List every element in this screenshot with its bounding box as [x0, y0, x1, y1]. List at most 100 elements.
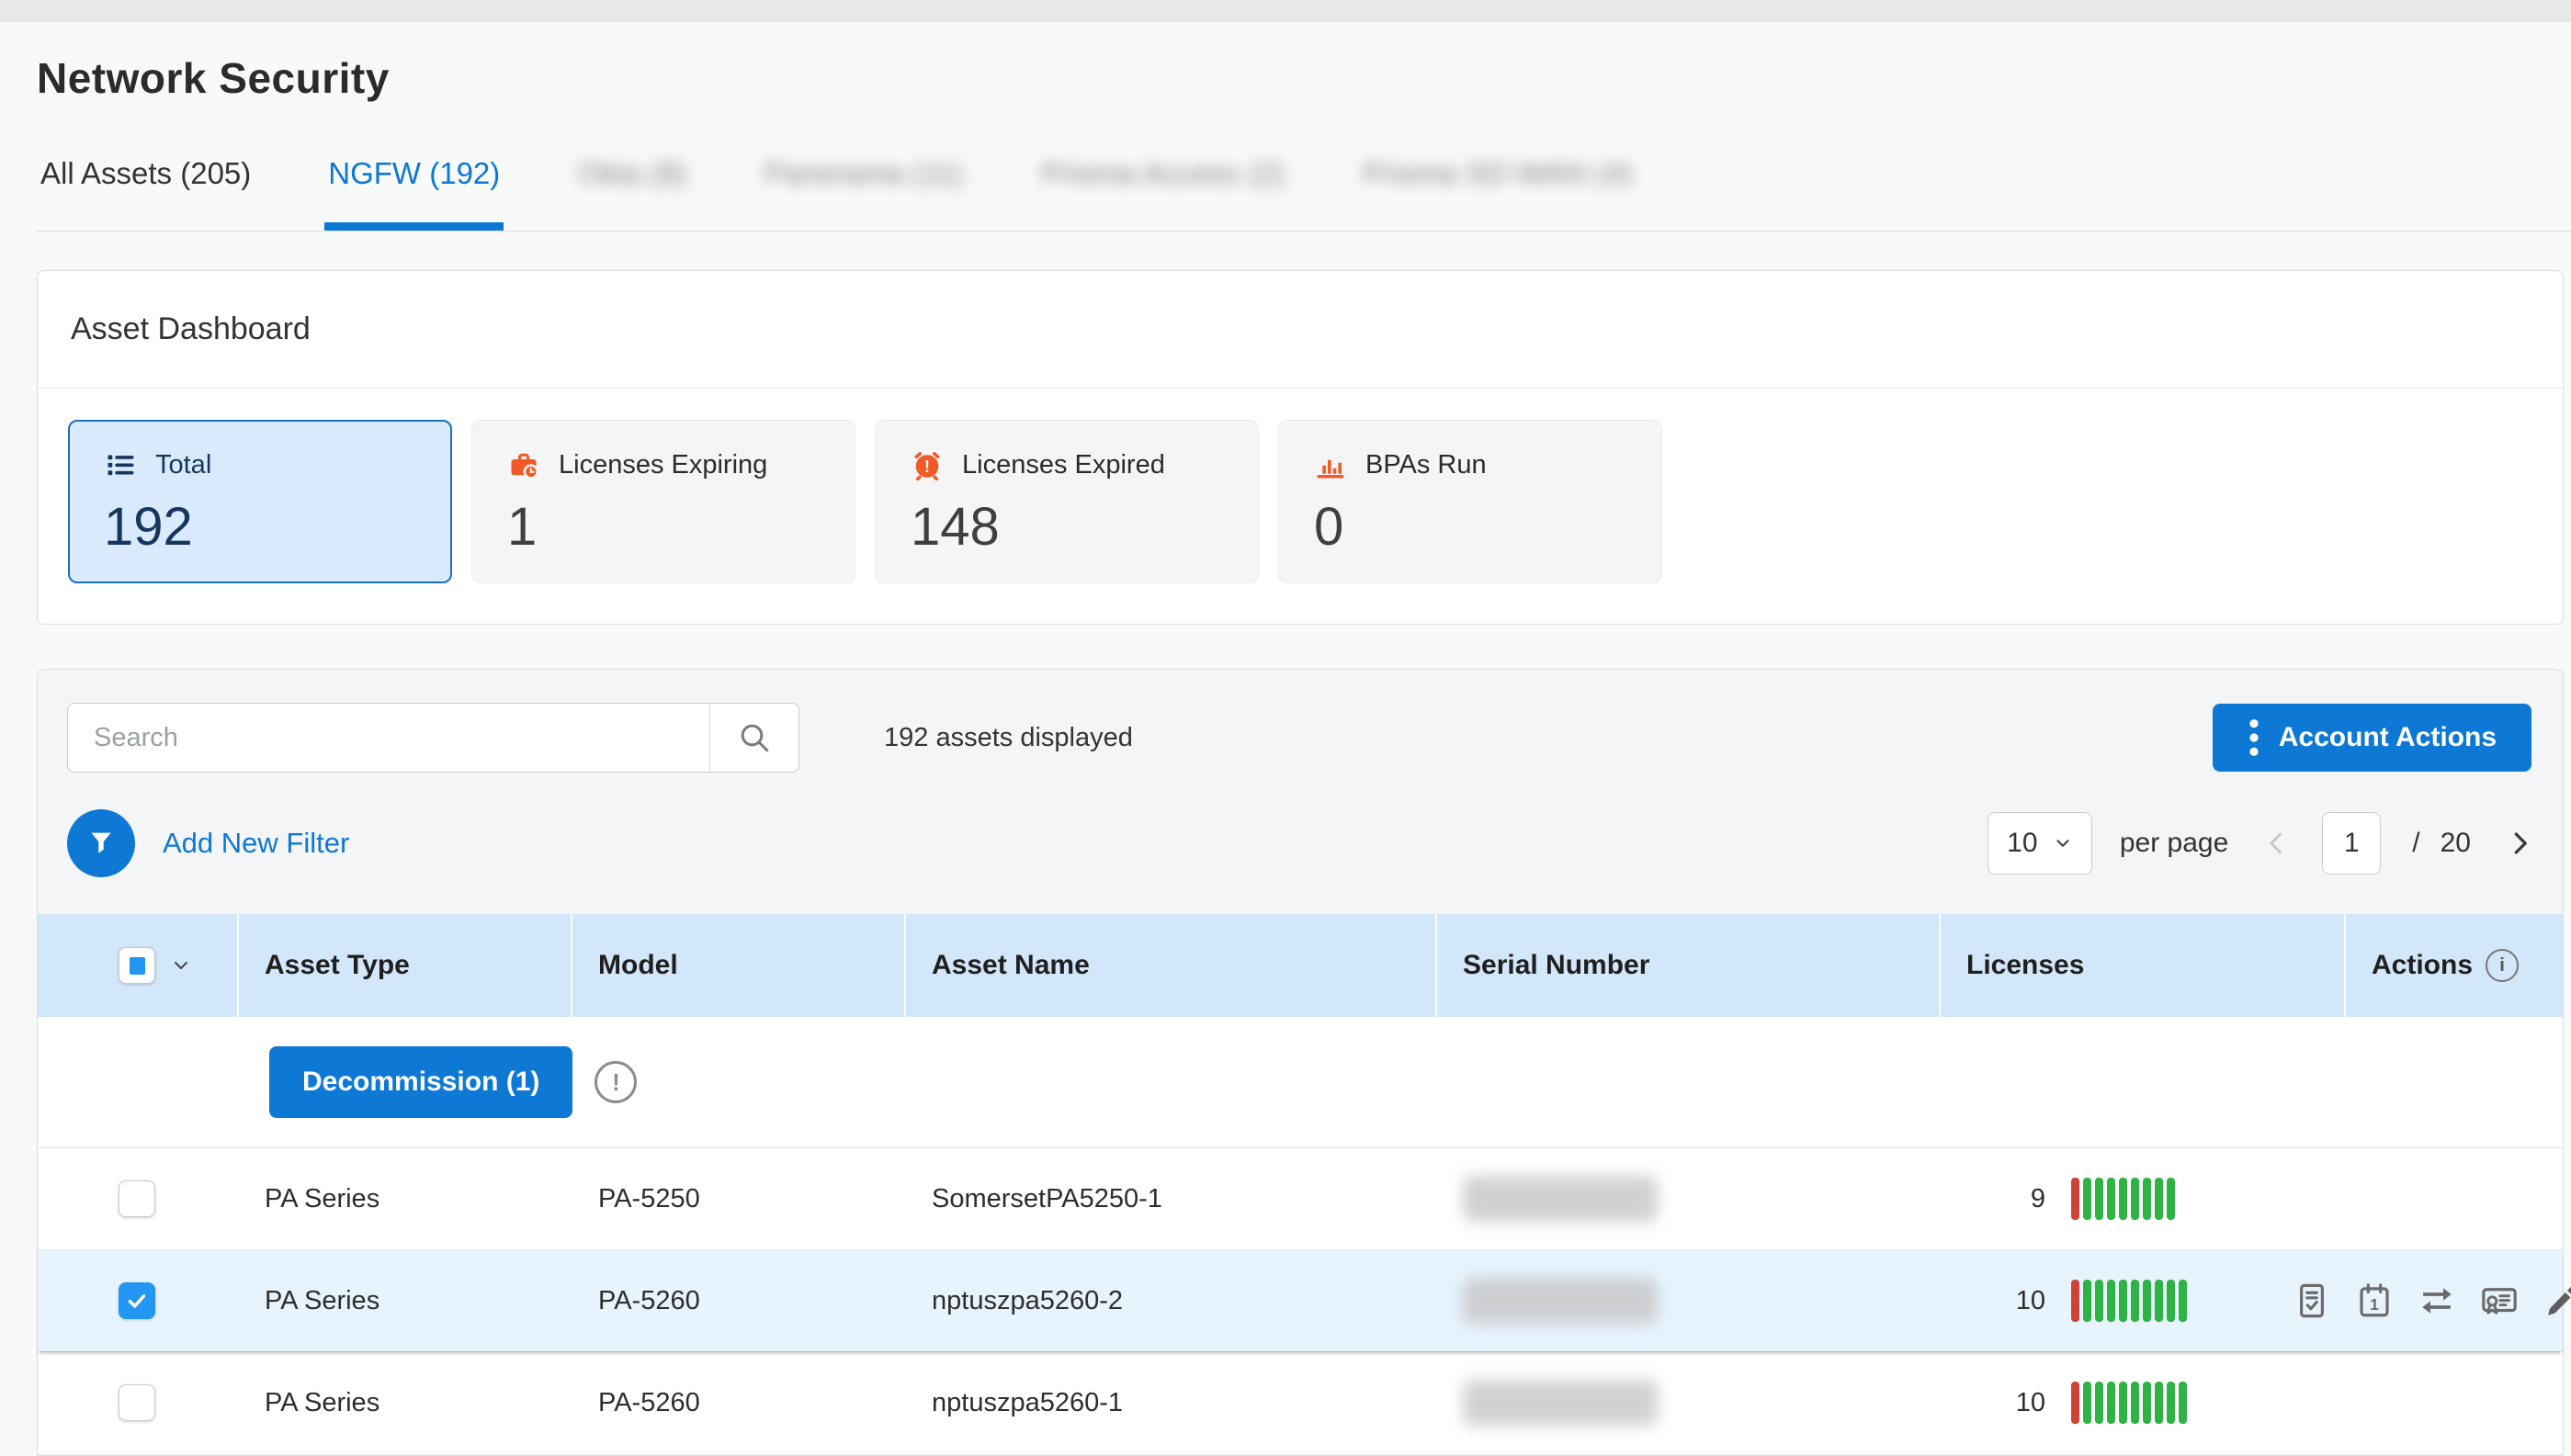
card-licenses-expiring[interactable]: Licenses Expiring 1 — [471, 420, 855, 583]
card-label: Licenses Expiring — [559, 450, 767, 480]
chevron-down-icon[interactable] — [170, 954, 192, 976]
asset-dashboard-title: Asset Dashboard — [71, 311, 2530, 347]
tab-bar: All Assets (205) NGFW (192) Okta (8) Pan… — [37, 156, 2571, 231]
alarm-icon: ! — [911, 448, 944, 481]
select-all-checkbox[interactable] — [119, 947, 155, 984]
list-icon — [104, 448, 137, 481]
transfer-icon[interactable] — [2418, 1281, 2456, 1320]
search-input[interactable] — [68, 704, 709, 772]
table-row[interactable]: PA Series PA-5260 nptuszpa5260-1 10 — [38, 1351, 2563, 1453]
assets-displayed-count: 192 assets displayed — [884, 723, 1133, 753]
license-bars — [2071, 1280, 2187, 1322]
header-actions: Actions i — [2346, 914, 2566, 1017]
header-asset-name[interactable]: Asset Name — [906, 914, 1437, 1017]
briefcase-clock-icon — [507, 448, 540, 481]
license-count: 9 — [1966, 1184, 2045, 1214]
card-label: Total — [155, 450, 211, 480]
cell-asset-name: nptuszpa5260-1 — [906, 1388, 1437, 1418]
card-value: 0 — [1314, 496, 1661, 558]
card-value: 192 — [104, 496, 450, 558]
account-actions-label: Account Actions — [2279, 722, 2497, 753]
page-total: / 20 — [2412, 828, 2471, 859]
calendar-icon[interactable]: 1 — [2355, 1281, 2394, 1320]
header-model[interactable]: Model — [572, 914, 906, 1017]
card-label: BPAs Run — [1365, 450, 1487, 480]
page-separator: / — [2412, 828, 2419, 859]
account-actions-button[interactable]: Account Actions — [2213, 704, 2531, 772]
card-licenses-expired[interactable]: ! Licenses Expired 148 — [875, 420, 1259, 583]
bulk-action-row: Decommission (1) ! — [38, 1017, 2563, 1147]
cell-asset-name: nptuszpa5260-2 — [906, 1286, 1437, 1316]
svg-text:1: 1 — [2370, 1295, 2379, 1314]
header-licenses[interactable]: Licenses — [1941, 914, 2346, 1017]
assets-table-panel: 192 assets displayed Account Actions Add… — [37, 669, 2564, 1456]
table-row[interactable]: PA Series PA-5260 nptuszpa5260-2 10 1 — [38, 1249, 2563, 1351]
card-value: 1 — [507, 496, 855, 558]
cell-model: PA-5260 — [572, 1286, 906, 1316]
add-new-filter-link[interactable]: Add New Filter — [163, 827, 349, 860]
header-actions-label: Actions — [2372, 950, 2473, 981]
window-top-strip — [0, 0, 2571, 22]
check-icon — [124, 1288, 150, 1314]
tab-blurred-4[interactable]: Prisma SD-WAN (4) — [1359, 156, 1637, 231]
next-page-button[interactable] — [2504, 828, 2535, 859]
cell-asset-type: PA Series — [239, 1388, 572, 1418]
total-pages: 20 — [2441, 828, 2471, 859]
add-filter-button[interactable] — [67, 809, 135, 877]
tab-blurred-3[interactable]: Prisma Access (2) — [1037, 156, 1289, 231]
cell-asset-type: PA Series — [239, 1184, 572, 1214]
tab-all-assets[interactable]: All Assets (205) — [37, 156, 255, 231]
card-value: 148 — [911, 496, 1258, 558]
chevron-down-icon — [2053, 833, 2073, 853]
pagination: 10 per page / 20 — [1988, 812, 2535, 875]
serial-number-redacted — [1463, 1176, 1658, 1222]
serial-number-redacted — [1463, 1380, 1658, 1426]
header-asset-type[interactable]: Asset Type — [239, 914, 572, 1017]
header-serial-number[interactable]: Serial Number — [1437, 914, 1941, 1017]
cell-model: PA-5260 — [572, 1388, 906, 1418]
header-select-all — [38, 914, 239, 1017]
license-count: 10 — [1966, 1286, 2045, 1316]
cell-asset-type: PA Series — [239, 1286, 572, 1316]
bar-chart-icon — [1314, 448, 1347, 481]
prev-page-button[interactable] — [2261, 828, 2293, 859]
license-count: 10 — [1966, 1388, 2045, 1418]
row-checkbox[interactable] — [119, 1282, 155, 1319]
card-total[interactable]: Total 192 — [68, 420, 452, 583]
row-checkbox[interactable] — [119, 1180, 155, 1217]
funnel-icon — [85, 828, 117, 859]
actions-info-icon[interactable]: i — [2486, 949, 2519, 982]
tab-blurred-1[interactable]: Okta (8) — [573, 156, 690, 231]
card-bpas-run[interactable]: BPAs Run 0 — [1278, 420, 1662, 583]
chevron-right-icon — [2506, 830, 2533, 857]
chevron-left-icon — [2263, 830, 2291, 857]
license-bars — [2071, 1178, 2175, 1220]
kebab-icon — [2248, 717, 2260, 759]
row-checkbox[interactable] — [119, 1384, 155, 1421]
per-page-label: per page — [2120, 828, 2228, 859]
license-bars — [2071, 1382, 2187, 1424]
tab-blurred-2[interactable]: Panorama (11) — [760, 156, 968, 231]
asset-dashboard-panel: Asset Dashboard Total 192 — [37, 270, 2564, 625]
asset-dashboard-header: Asset Dashboard — [38, 271, 2563, 389]
device-license-icon[interactable] — [2293, 1281, 2331, 1320]
table-header: Asset Type Model Asset Name Serial Numbe… — [38, 914, 2563, 1017]
decommission-info-icon[interactable]: ! — [595, 1061, 637, 1103]
certificate-icon[interactable] — [2480, 1281, 2519, 1320]
current-page-input[interactable] — [2322, 812, 2381, 875]
cell-model: PA-5250 — [572, 1184, 906, 1214]
filter-row: Add New Filter 10 per page / 20 — [38, 773, 2563, 914]
page-size-select[interactable]: 10 — [1988, 812, 2092, 875]
table-row[interactable]: PA Series PA-5250 SomersetPA5250-1 9 — [38, 1147, 2563, 1249]
cell-asset-name: SomersetPA5250-1 — [906, 1184, 1437, 1214]
dashboard-cards: Total 192 Licenses Expiring 1 — [38, 389, 2563, 624]
search-icon — [736, 719, 773, 756]
edit-icon[interactable] — [2543, 1281, 2571, 1320]
svg-text:!: ! — [924, 457, 930, 476]
search-box — [67, 703, 799, 773]
decommission-button[interactable]: Decommission (1) — [269, 1046, 572, 1118]
tab-ngfw[interactable]: NGFW (192) — [324, 156, 504, 231]
page-size-value: 10 — [2007, 828, 2037, 859]
search-button[interactable] — [709, 704, 798, 772]
table-toolbar: 192 assets displayed Account Actions — [38, 670, 2563, 773]
